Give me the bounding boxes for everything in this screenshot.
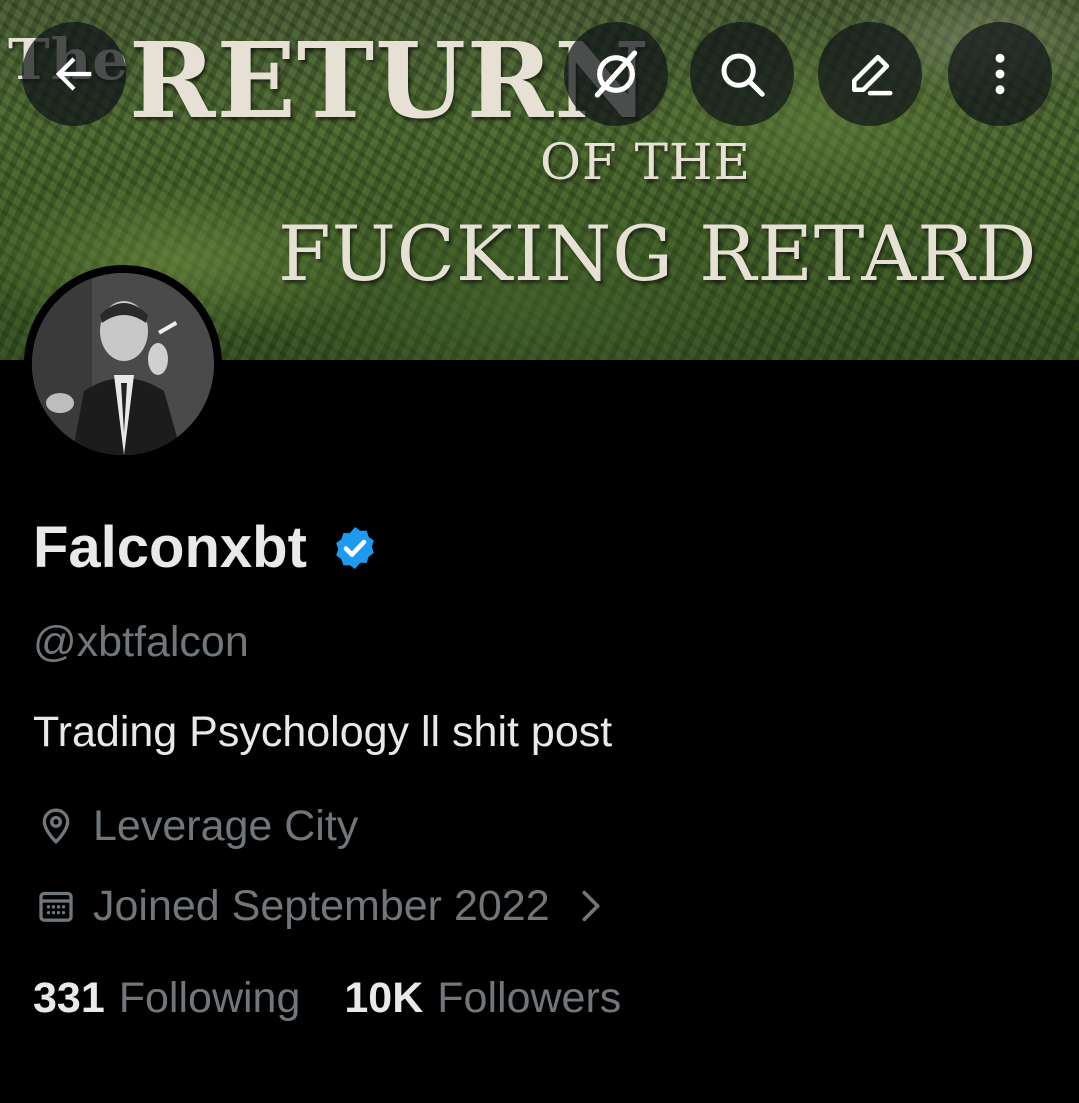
profile-handle: @xbtfalcon [33,618,249,666]
arrow-left-icon [55,57,92,91]
joined-text: Joined September 2022 [93,882,550,930]
avatar-photo [32,273,214,455]
search-icon [721,53,765,97]
name-row: Falconxbt [33,508,379,588]
profile-joined-date[interactable]: Joined September 2022 [33,876,606,936]
chevron-right-icon [576,886,606,926]
followers-label: Followers [437,974,622,1022]
profile-avatar[interactable] [24,265,222,463]
following-label: Following [118,974,301,1022]
edit-button[interactable] [818,22,922,126]
location-pin-icon [33,803,79,849]
profile-location: Leverage City [33,796,358,856]
pencil-icon [852,54,893,96]
location-text: Leverage City [93,802,359,850]
grok-button[interactable] [564,22,668,126]
following-link[interactable]: 331 Following [33,968,300,1028]
banner-title-line3: FUCKING RETARD [278,209,1038,298]
verified-badge-icon [336,527,374,569]
more-options-button[interactable] [948,22,1052,126]
banner-title-line2: OF THE [540,133,752,191]
profile-stats: 331 Following 10K Followers [33,968,621,1028]
profile-bio: Trading Psychology ll shit post [33,708,613,756]
search-button[interactable] [690,22,794,126]
followers-count: 10K [344,974,424,1022]
display-name: Falconxbt [33,515,307,580]
calendar-icon [33,883,79,929]
more-vertical-icon [995,53,1005,95]
followers-link[interactable]: 10K Followers [344,968,621,1028]
grok-icon [594,50,638,98]
following-count: 331 [33,974,105,1022]
back-button[interactable] [22,22,126,126]
